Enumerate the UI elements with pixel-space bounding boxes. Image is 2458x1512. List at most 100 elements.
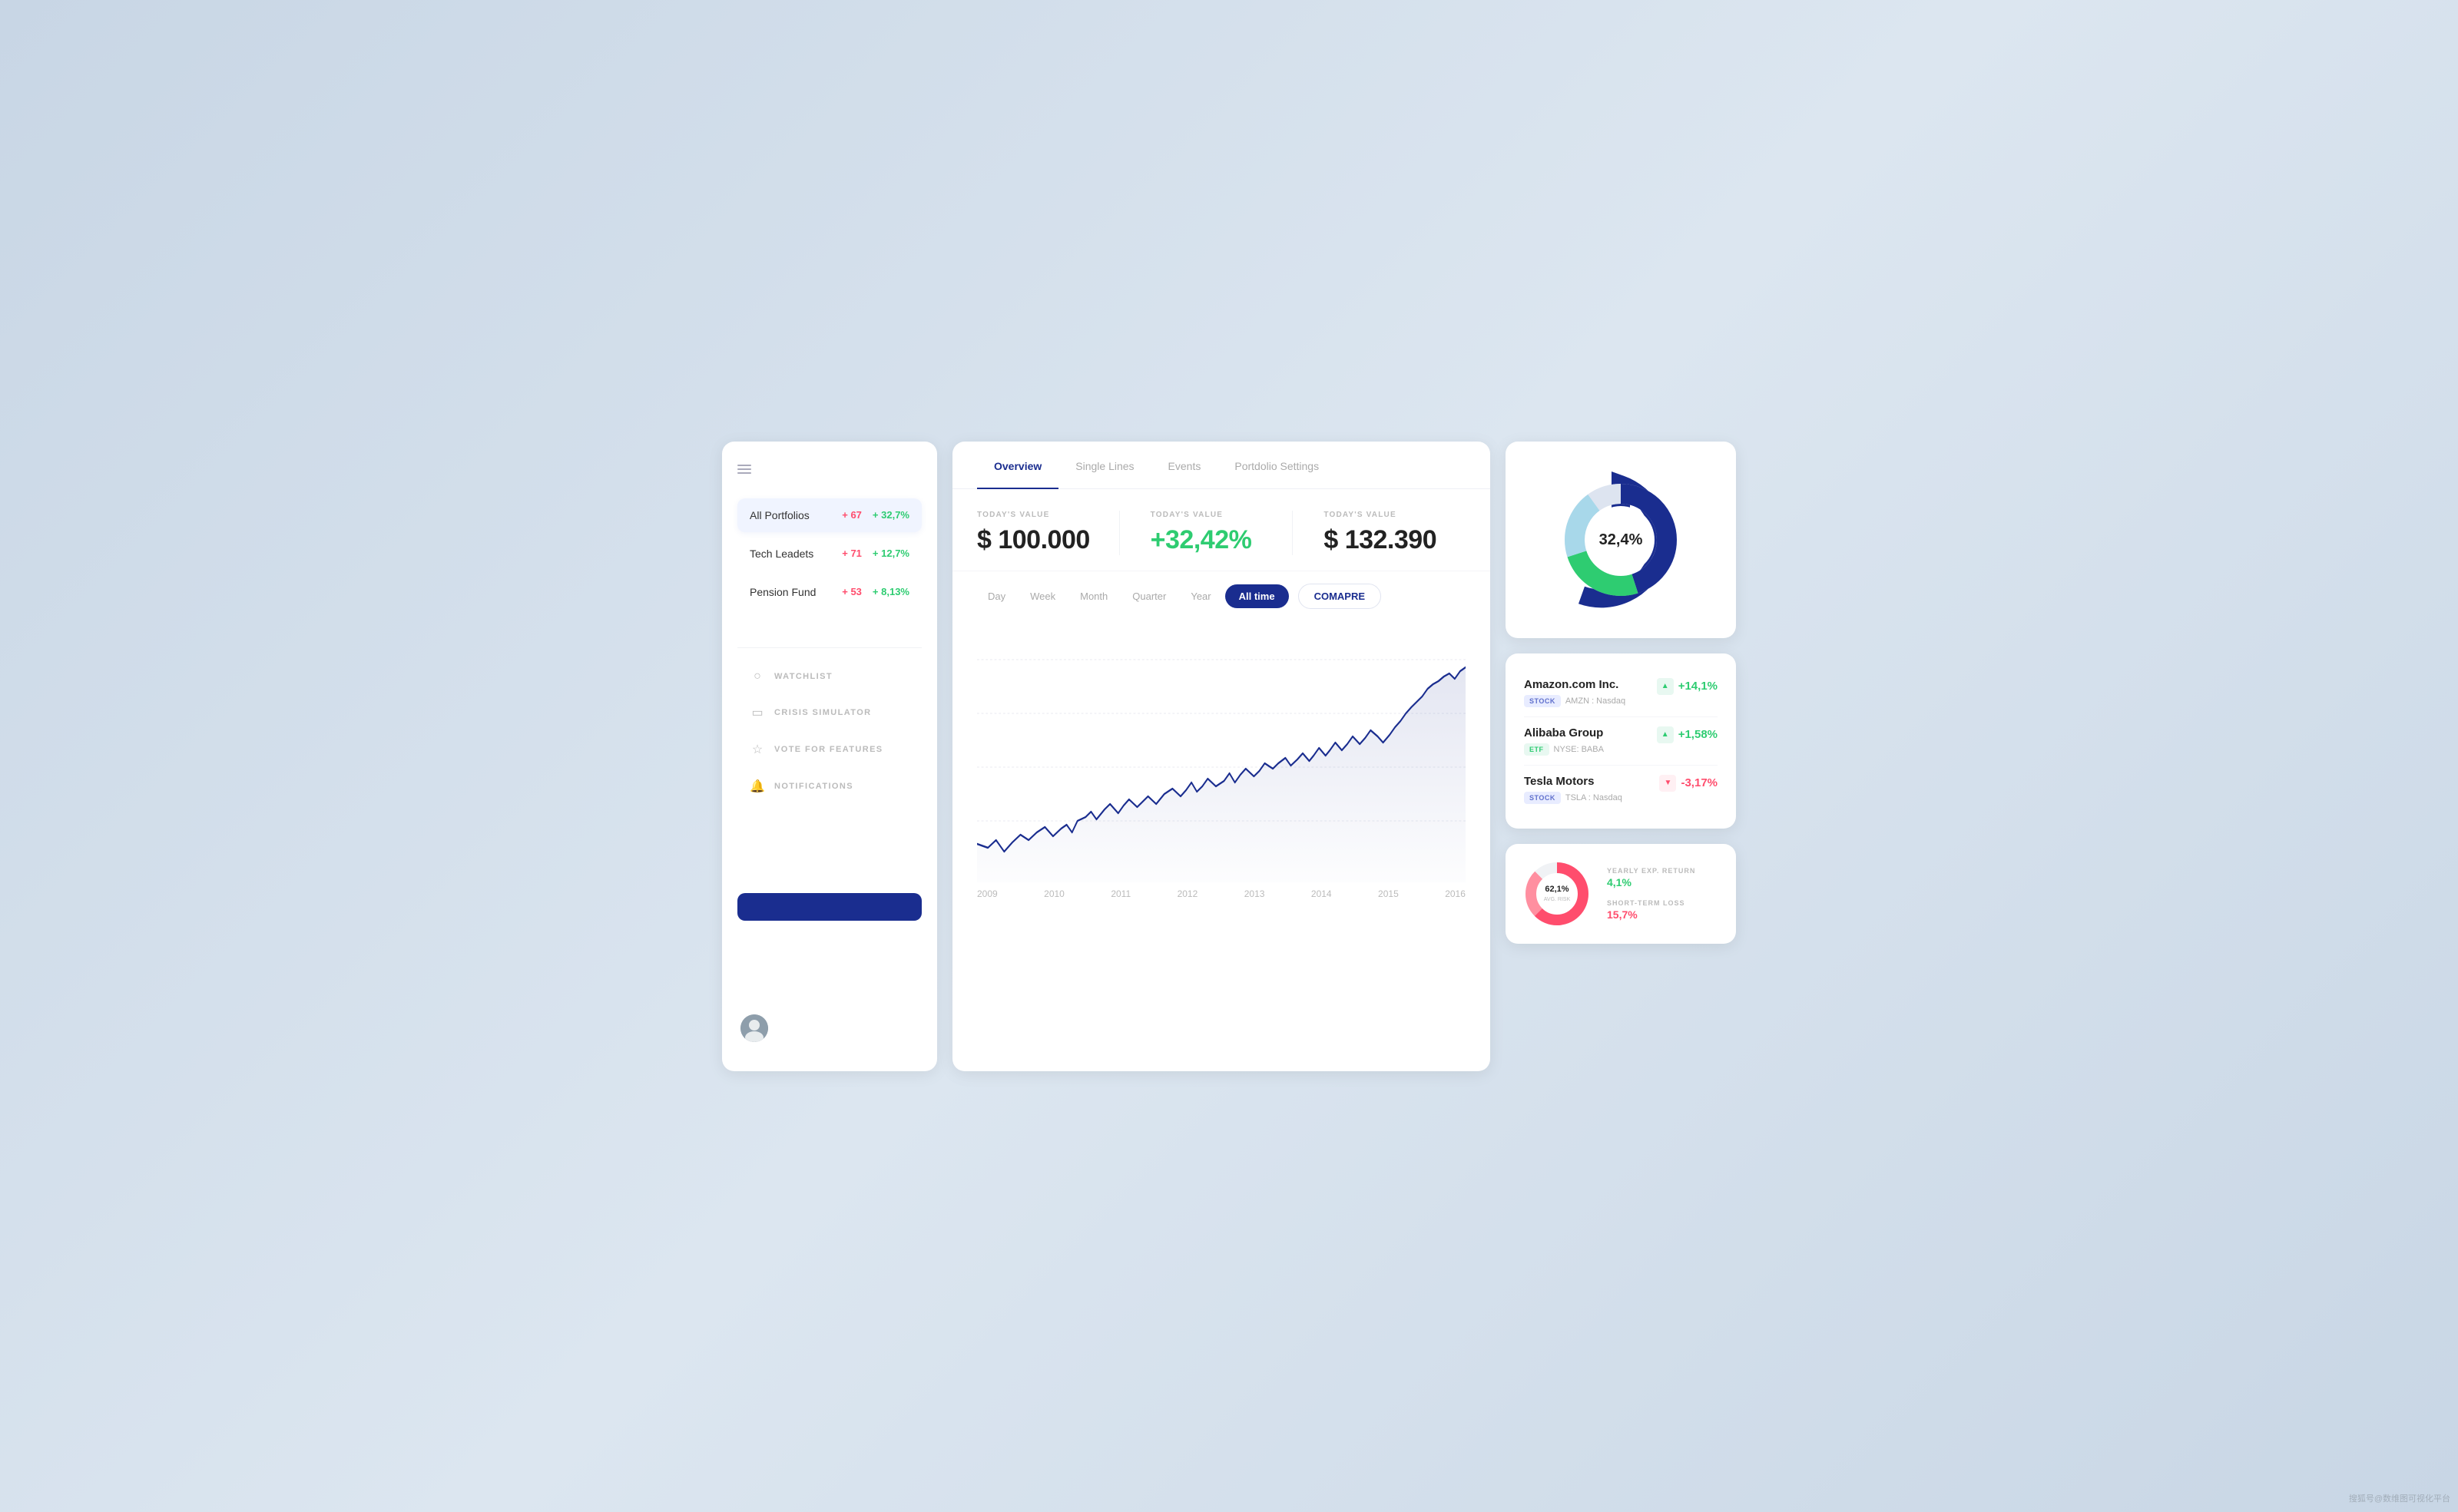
stat-item-1: TODAY'S VALUE +32,42% bbox=[1119, 511, 1293, 555]
tab-overview[interactable]: Overview bbox=[977, 442, 1058, 489]
tabs-bar: OverviewSingle LinesEventsPortdolio Sett… bbox=[952, 442, 1490, 489]
menu-icon[interactable] bbox=[737, 465, 751, 474]
change-icon: ▼ bbox=[1659, 775, 1676, 792]
portfolio-list: All Portfolios + 67 + 32,7% Tech Leadets… bbox=[737, 498, 922, 614]
tab-portdolio-settings[interactable]: Portdolio Settings bbox=[1217, 442, 1336, 489]
nav-item-label: CRISIS SIMULATOR bbox=[774, 708, 872, 717]
nav-item-notifications[interactable]: 🔔 NOTIFICATIONS bbox=[737, 769, 922, 803]
portfolio-stat-count: + 71 bbox=[842, 548, 862, 559]
period-btn-day[interactable]: Day bbox=[977, 584, 1016, 608]
nav-item-watchlist[interactable]: ○ WATCHLIST bbox=[737, 660, 922, 693]
stock-badge-row: STOCK AMZN : Nasdaq bbox=[1524, 695, 1625, 707]
avatar bbox=[740, 1014, 768, 1042]
svg-text:32,4%: 32,4% bbox=[1599, 531, 1643, 548]
period-selector: DayWeekMonthQuarterYearAll time COMAPRE bbox=[977, 584, 1466, 621]
nav-list: ○ WATCHLIST ▭ CRISIS SIMULATOR ☆ VOTE FO… bbox=[737, 660, 922, 803]
mini-donut-stats: YEARLY EXP. RETURN 4,1% SHORT-TERM LOSS … bbox=[1607, 867, 1695, 921]
change-value: +1,58% bbox=[1678, 728, 1718, 741]
stock-item-1[interactable]: Alibaba Group ETF NYSE: BABA ▲ +1,58% bbox=[1524, 717, 1718, 766]
portfolio-name: Tech Leadets bbox=[750, 548, 813, 560]
portfolio-stat-pct: + 12,7% bbox=[873, 548, 909, 559]
period-btn-week[interactable]: Week bbox=[1019, 584, 1066, 608]
nav-item-label: WATCHLIST bbox=[774, 672, 833, 681]
chart-x-label: 2013 bbox=[1244, 888, 1265, 899]
portfolio-name: All Portfolios bbox=[750, 509, 810, 521]
compare-button[interactable]: COMAPRE bbox=[1298, 584, 1381, 609]
stock-badge-row: STOCK TSLA : Nasdaq bbox=[1524, 792, 1622, 804]
svg-text:AVG. RISK: AVG. RISK bbox=[1544, 897, 1571, 902]
stat-item-0: TODAY'S VALUE $ 100.000 bbox=[977, 511, 1119, 555]
stock-badge: ETF bbox=[1524, 743, 1549, 756]
main-content: OverviewSingle LinesEventsPortdolio Sett… bbox=[952, 442, 1490, 1071]
user-section bbox=[737, 1008, 922, 1048]
nav-item-crisis-simulator[interactable]: ▭ CRISIS SIMULATOR bbox=[737, 696, 922, 730]
change-icon: ▲ bbox=[1657, 726, 1674, 743]
stock-change: ▲ +1,58% bbox=[1657, 726, 1718, 743]
mini-stat-0: YEARLY EXP. RETURN 4,1% bbox=[1607, 867, 1695, 888]
period-btn-quarter[interactable]: Quarter bbox=[1121, 584, 1177, 608]
period-btn-year[interactable]: Year bbox=[1180, 584, 1221, 608]
stock-info: Alibaba Group ETF NYSE: BABA bbox=[1524, 726, 1604, 756]
period-btn-all-time[interactable]: All time bbox=[1225, 584, 1289, 608]
stock-change: ▼ -3,17% bbox=[1659, 775, 1718, 792]
nav-item-label: VOTE FOR FEATURES bbox=[774, 745, 883, 754]
portfolio-stat-count: + 53 bbox=[842, 586, 862, 597]
stat-label: TODAY'S VALUE bbox=[977, 511, 1119, 519]
stat-value: +32,42% bbox=[1151, 525, 1293, 555]
stock-item-0[interactable]: Amazon.com Inc. STOCK AMZN : Nasdaq ▲ +1… bbox=[1524, 669, 1718, 717]
create-portfolio-button[interactable] bbox=[737, 893, 922, 921]
donut-chart-card: 32,4% bbox=[1506, 442, 1736, 638]
main-chart bbox=[977, 621, 1466, 882]
chart-x-label: 2012 bbox=[1178, 888, 1198, 899]
watchlist-icon: ○ bbox=[750, 670, 765, 683]
portfolio-stat-pct: + 32,7% bbox=[873, 509, 909, 521]
chart-x-label: 2011 bbox=[1111, 888, 1131, 899]
portfolio-stat-count: + 67 bbox=[842, 509, 862, 521]
stock-ticker: NYSE: BABA bbox=[1554, 745, 1604, 754]
nav-item-vote-for-features[interactable]: ☆ VOTE FOR FEATURES bbox=[737, 733, 922, 766]
mini-stat-label: YEARLY EXP. RETURN bbox=[1607, 867, 1695, 875]
stock-badge: STOCK bbox=[1524, 792, 1561, 804]
portfolio-item-2[interactable]: Pension Fund + 53 + 8,13% bbox=[737, 575, 922, 609]
stat-value: $ 100.000 bbox=[977, 525, 1119, 555]
portfolio-stats: + 71 + 12,7% bbox=[842, 548, 909, 559]
right-panel: 32,4% Amazon.com Inc. STOCK AMZN : Nasda… bbox=[1506, 442, 1736, 1071]
stat-value: $ 132.390 bbox=[1323, 525, 1466, 555]
donut-chart: 32,4% bbox=[1544, 463, 1698, 617]
stock-name: Tesla Motors bbox=[1524, 775, 1622, 788]
stat-item-2: TODAY'S VALUE $ 132.390 bbox=[1292, 511, 1466, 555]
portfolio-name: Pension Fund bbox=[750, 586, 816, 598]
mini-stat-1: SHORT-TERM LOSS 15,7% bbox=[1607, 899, 1695, 921]
portfolio-stat-pct: + 8,13% bbox=[873, 586, 909, 597]
chart-x-label: 2015 bbox=[1378, 888, 1399, 899]
mini-donut-chart: 62,1% AVG. RISK bbox=[1522, 859, 1592, 928]
stock-badge-row: ETF NYSE: BABA bbox=[1524, 743, 1604, 756]
nav-item-label: NOTIFICATIONS bbox=[774, 782, 853, 791]
vote-for-features-icon: ☆ bbox=[750, 742, 765, 757]
stock-change: ▲ +14,1% bbox=[1657, 678, 1718, 695]
mini-donut-card: 62,1% AVG. RISK YEARLY EXP. RETURN 4,1% … bbox=[1506, 844, 1736, 944]
stock-card: Amazon.com Inc. STOCK AMZN : Nasdaq ▲ +1… bbox=[1506, 653, 1736, 829]
change-value: -3,17% bbox=[1681, 776, 1718, 789]
mini-stat-value: 15,7% bbox=[1607, 908, 1695, 921]
period-btn-month[interactable]: Month bbox=[1069, 584, 1118, 608]
crisis-simulator-icon: ▭ bbox=[750, 705, 765, 720]
stock-info: Tesla Motors STOCK TSLA : Nasdaq bbox=[1524, 775, 1622, 804]
change-value: +14,1% bbox=[1678, 680, 1718, 693]
mini-stat-value: 4,1% bbox=[1607, 876, 1695, 888]
stats-row: TODAY'S VALUE $ 100.000 TODAY'S VALUE +3… bbox=[952, 489, 1490, 571]
portfolio-item-0[interactable]: All Portfolios + 67 + 32,7% bbox=[737, 498, 922, 532]
stock-info: Amazon.com Inc. STOCK AMZN : Nasdaq bbox=[1524, 678, 1625, 707]
tab-single-lines[interactable]: Single Lines bbox=[1058, 442, 1151, 489]
svg-text:62,1%: 62,1% bbox=[1545, 885, 1569, 894]
stat-label: TODAY'S VALUE bbox=[1323, 511, 1466, 519]
stock-name: Amazon.com Inc. bbox=[1524, 678, 1625, 691]
notifications-icon: 🔔 bbox=[750, 779, 765, 794]
portfolio-stats: + 53 + 8,13% bbox=[842, 586, 909, 597]
portfolio-item-1[interactable]: Tech Leadets + 71 + 12,7% bbox=[737, 537, 922, 571]
tab-events[interactable]: Events bbox=[1151, 442, 1218, 489]
watermark: 搜狐号@数维图可视化平台 bbox=[2349, 1492, 2450, 1504]
chart-x-label: 2009 bbox=[977, 888, 998, 899]
chart-x-label: 2016 bbox=[1445, 888, 1466, 899]
stock-item-2[interactable]: Tesla Motors STOCK TSLA : Nasdaq ▼ -3,17… bbox=[1524, 766, 1718, 813]
